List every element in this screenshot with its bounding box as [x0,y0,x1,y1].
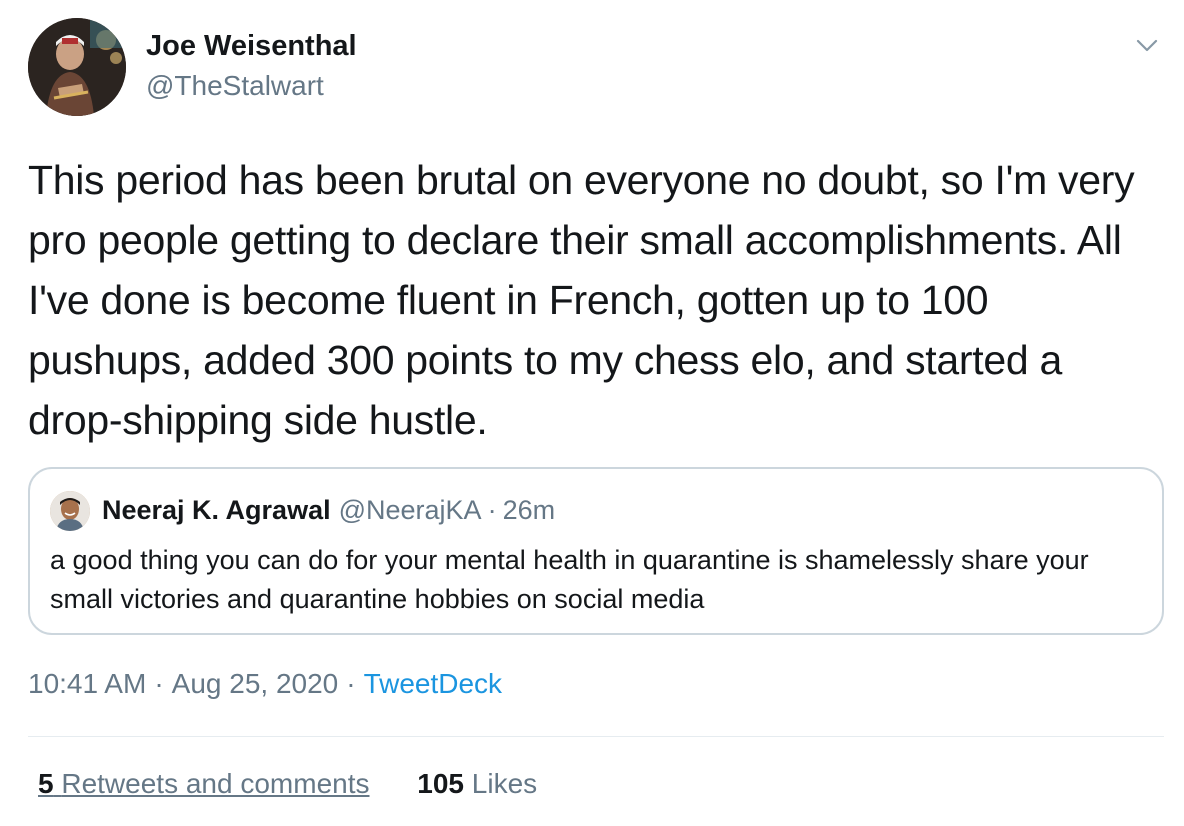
tweet-card: Joe Weisenthal @TheStalwart This period … [0,0,1184,826]
retweets-link[interactable]: 5 Retweets and comments [38,768,370,799]
quoted-author-name[interactable]: Neeraj K. Agrawal [102,495,331,525]
separator-dot: · [154,668,164,699]
quoted-author-handle[interactable]: @NeerajKA [339,495,482,525]
quoted-tweet[interactable]: Neeraj K. Agrawal @NeerajKA · 26m a good th… [28,467,1164,635]
quoted-header: Neeraj K. Agrawal @NeerajKA · 26m [102,495,555,526]
tweet-source-link[interactable]: TweetDeck [364,668,503,699]
quoted-text: a good thing you can do for your mental … [50,545,1089,614]
likes-count: 105 [417,768,464,799]
likes-link[interactable]: 105 Likes [417,768,537,799]
quoted-avatar[interactable] [50,491,90,531]
author-avatar[interactable] [28,18,126,116]
tweet-date[interactable]: Aug 25, 2020 [172,668,339,699]
separator-dot: · [487,495,497,525]
divider [28,736,1164,737]
separator-dot: · [346,668,356,699]
tweet-time[interactable]: 10:41 AM [28,668,146,699]
tweet-meta: 10:41 AM · Aug 25, 2020 · TweetDeck [28,668,502,700]
quoted-time[interactable]: 26m [503,495,556,525]
tweet-text: This period has been brutal on everyone … [28,157,1146,443]
retweets-count: 5 [38,768,54,799]
author-name[interactable]: Joe Weisenthal [146,30,357,63]
avatar-image [28,18,126,116]
tweet-stats: 5 Retweets and comments 105 Likes [38,768,537,800]
retweets-label: Retweets and comments [61,768,370,799]
chevron-down-icon[interactable] [1132,30,1162,60]
likes-label: Likes [471,768,538,799]
author-handle[interactable]: @TheStalwart [146,70,324,102]
